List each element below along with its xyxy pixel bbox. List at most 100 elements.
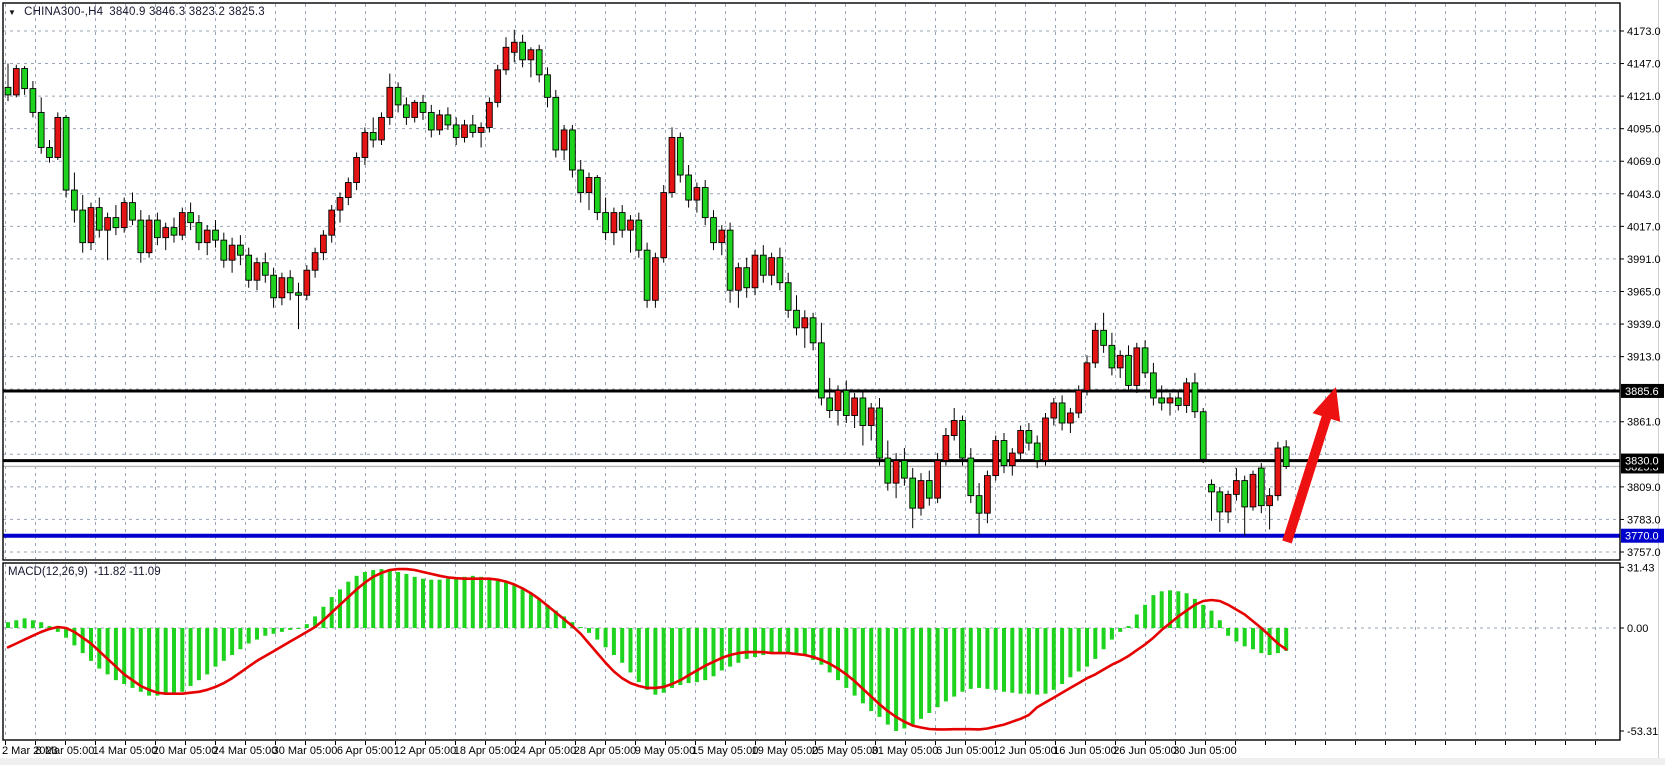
- macd-bar: [977, 628, 981, 688]
- candle-body: [960, 420, 966, 458]
- time-tick-label: 16 Jun 05:00: [1053, 745, 1117, 757]
- time-tick-label: 12 Apr 05:00: [394, 745, 456, 757]
- chart-canvas[interactable]: 4173.04147.04121.04095.04069.04043.04017…: [0, 0, 1665, 765]
- macd-bar: [712, 628, 716, 676]
- candle: [495, 65, 501, 108]
- candle-body: [387, 87, 393, 117]
- time-tick-label: 12 Jun 05:00: [993, 745, 1057, 757]
- macd-bar: [396, 572, 400, 628]
- macd-bar: [6, 622, 10, 628]
- candle-body: [1051, 403, 1057, 418]
- candle-body: [213, 230, 219, 240]
- macd-bar: [479, 577, 483, 628]
- candle: [487, 97, 493, 132]
- candle-body: [868, 408, 874, 426]
- macd-bar: [604, 628, 608, 647]
- candle: [960, 415, 966, 465]
- macd-bar: [31, 620, 35, 628]
- macd-bar: [355, 576, 359, 628]
- macd-bar: [1251, 628, 1255, 649]
- macd-bar: [1210, 611, 1214, 628]
- macd-tick-label: 0.00: [1627, 623, 1648, 635]
- macd-bar: [238, 628, 242, 649]
- candle: [1134, 343, 1140, 393]
- candle-body: [1200, 412, 1206, 460]
- candle-body: [1009, 453, 1015, 466]
- candle-body: [1250, 474, 1256, 507]
- macd-bar: [1035, 628, 1039, 695]
- macd-bar: [504, 583, 508, 628]
- candle-body: [686, 175, 692, 200]
- time-tick-label: 24 Mar 05:00: [213, 745, 278, 757]
- price-tick-label: 3757.0: [1627, 547, 1661, 559]
- candle-body: [138, 220, 144, 253]
- macd-bar: [1135, 614, 1139, 628]
- candle-body: [1134, 348, 1140, 386]
- candle-body: [985, 476, 991, 514]
- macd-bar: [413, 577, 417, 628]
- symbol-dropdown-icon[interactable]: ▼: [8, 8, 16, 17]
- macd-bar: [853, 628, 857, 696]
- candle: [570, 125, 576, 178]
- macd-indicator-label: MACD(12,26,9) -11.82 -11.09: [8, 566, 161, 578]
- candle-body: [893, 461, 899, 484]
- macd-bar: [969, 628, 973, 689]
- candle-body: [611, 213, 617, 233]
- candle: [379, 112, 385, 145]
- candle-body: [520, 42, 526, 60]
- candle: [935, 453, 941, 503]
- candle-body: [935, 461, 941, 499]
- candle-body: [163, 228, 169, 238]
- candle-body: [1109, 345, 1115, 368]
- macd-bar: [1127, 626, 1131, 628]
- candle: [877, 398, 883, 466]
- macd-bar: [463, 577, 467, 628]
- macd-bar: [1176, 591, 1180, 628]
- macd-bar: [670, 628, 674, 688]
- candle-body: [304, 270, 310, 295]
- candle-body: [926, 481, 932, 499]
- price-level-label: 3830.0: [1621, 454, 1664, 468]
- trading-chart-window[interactable]: ▼ CHINA300-,H4 3840.9 3846.3 3823.2 3825…: [0, 0, 1665, 765]
- candle-body: [819, 343, 825, 398]
- macd-bar: [106, 628, 110, 674]
- macd-bar: [927, 628, 931, 713]
- candle: [993, 436, 999, 481]
- candle-body: [1234, 481, 1240, 495]
- candle-body: [321, 235, 327, 253]
- candle-body: [1242, 481, 1248, 507]
- time-tick-label: 9 May 05:00: [635, 745, 696, 757]
- candle-body: [810, 318, 816, 343]
- candle-body: [1167, 398, 1173, 403]
- macd-bar: [1093, 628, 1097, 659]
- candle-body: [603, 213, 609, 233]
- candle-body: [1117, 355, 1123, 368]
- time-tick-label: 8 Mar 05:00: [36, 745, 95, 757]
- macd-bar: [487, 579, 491, 628]
- macd-bar: [919, 628, 923, 719]
- price-level-label-text: 3770.0: [1625, 531, 1659, 543]
- candle: [146, 215, 152, 258]
- candle-body: [536, 50, 542, 75]
- candle-body: [594, 178, 600, 213]
- macd-bar: [147, 628, 151, 696]
- candle-body: [661, 193, 667, 258]
- window-bottom-margin: [0, 758, 1665, 765]
- macd-bar: [155, 628, 159, 696]
- candle-body: [1076, 390, 1082, 413]
- price-tick-label: 4121.0: [1627, 91, 1661, 103]
- macd-bar: [678, 628, 682, 685]
- macd-bar: [952, 628, 956, 697]
- candle-body: [354, 157, 360, 182]
- candle-body: [254, 263, 260, 281]
- candle-body: [769, 258, 775, 276]
- macd-bar: [720, 628, 724, 671]
- macd-bar: [305, 624, 309, 628]
- macd-bar: [1085, 628, 1089, 667]
- candle-body: [262, 263, 268, 276]
- candle: [304, 265, 310, 300]
- candle-body: [379, 117, 385, 140]
- time-tick-label: 26 Jun 05:00: [1113, 745, 1177, 757]
- macd-bar: [1160, 591, 1164, 628]
- macd-bar: [936, 628, 940, 707]
